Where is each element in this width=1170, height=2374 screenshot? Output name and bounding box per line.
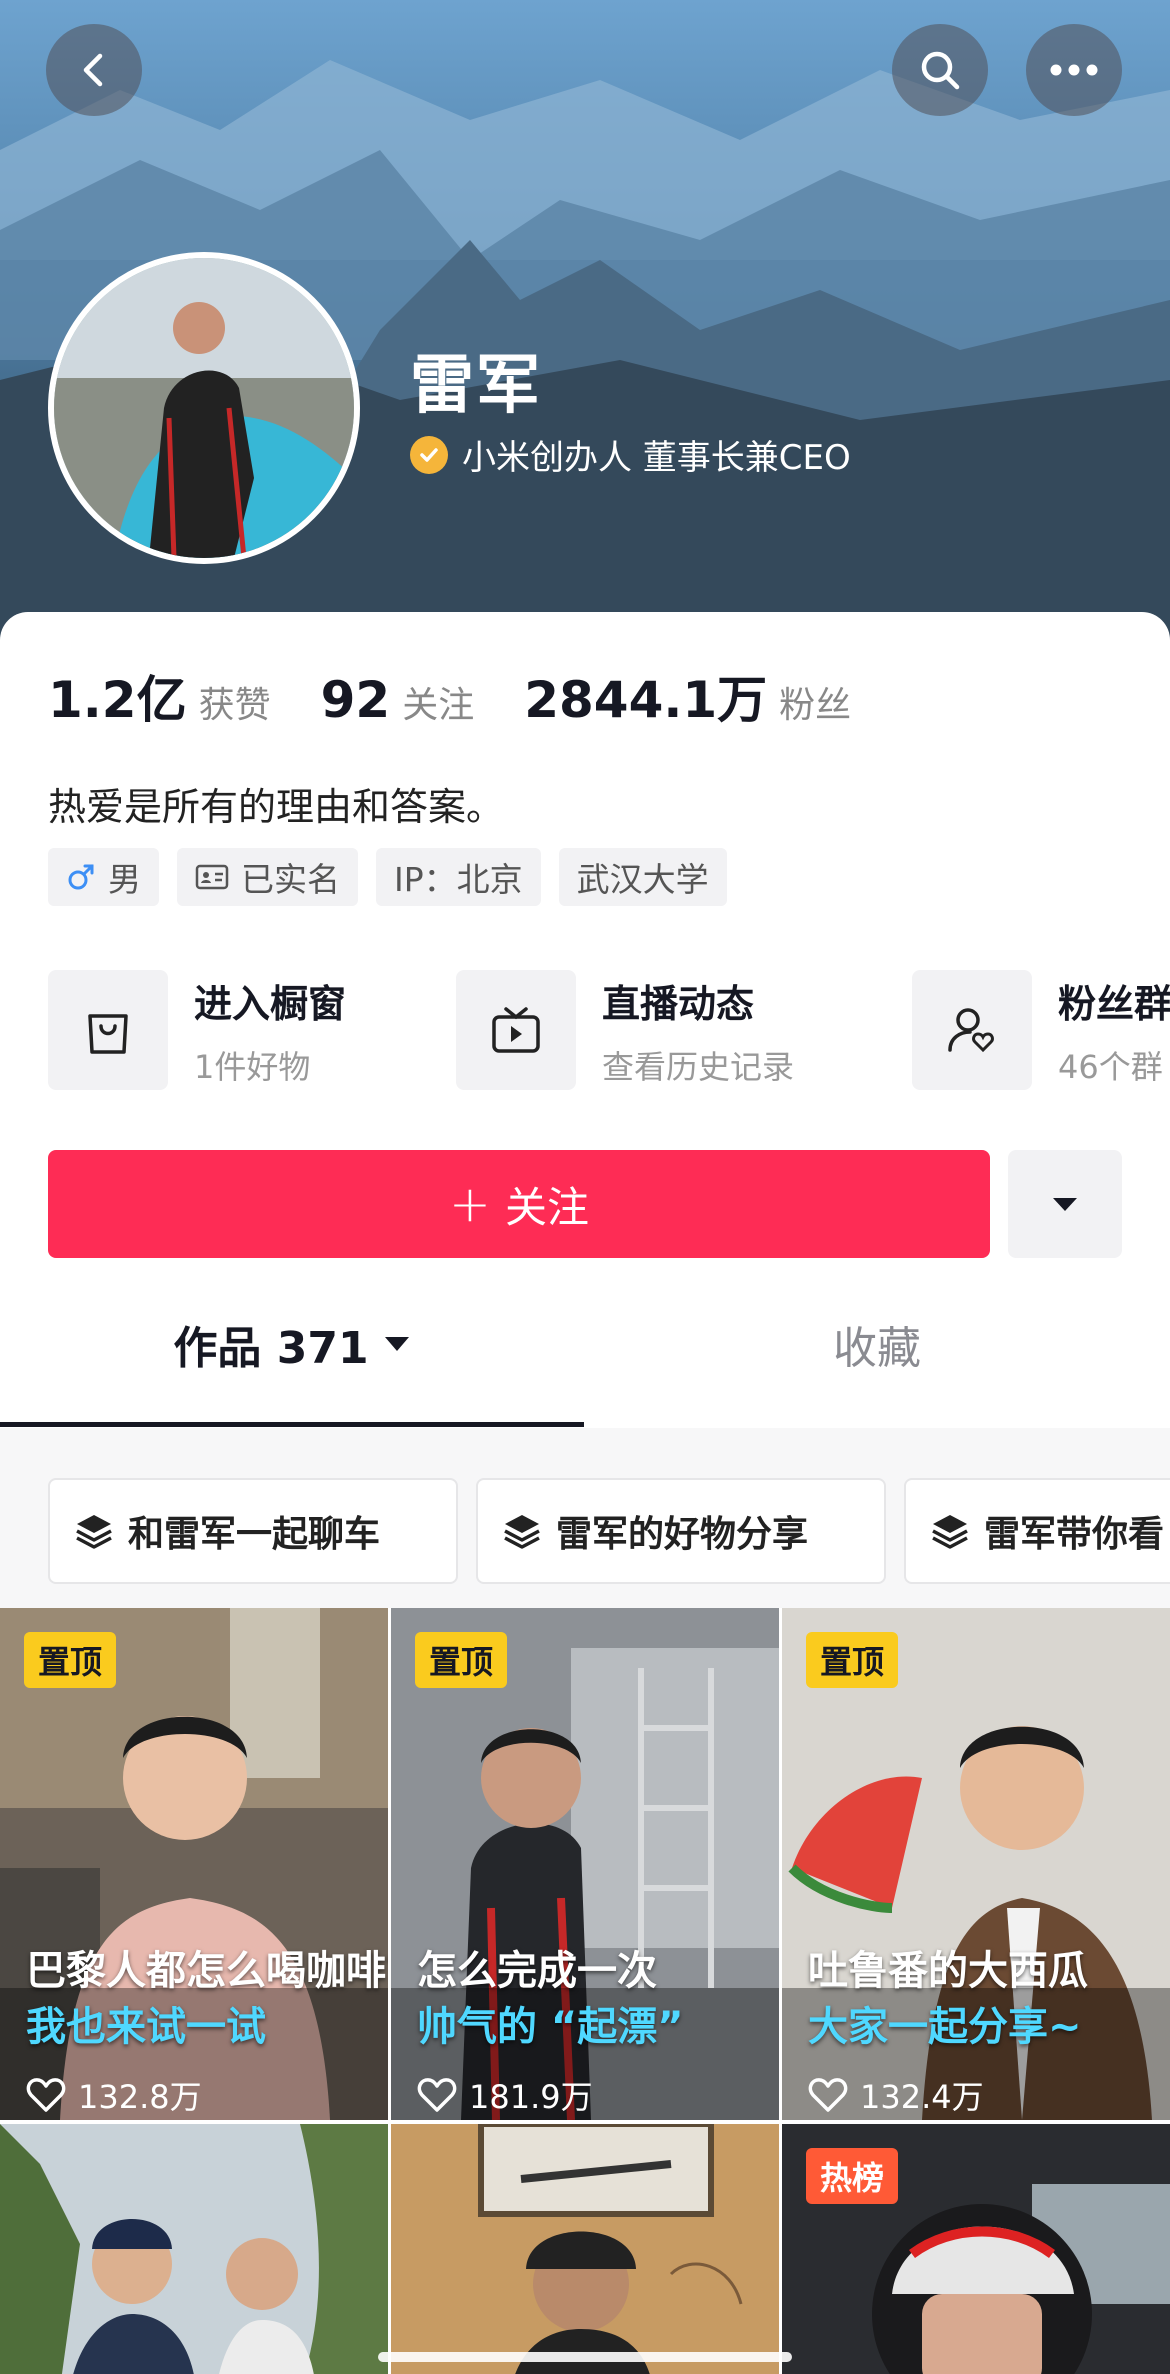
- collection-chip[interactable]: 雷军带你看: [904, 1478, 1170, 1584]
- video-tile[interactable]: 置顶 怎么完成一次 帅气的 “起漂” 181.9万: [391, 1608, 779, 2120]
- heart-icon: [808, 2078, 848, 2112]
- video-tile[interactable]: 热榜: [782, 2124, 1170, 2374]
- profile-tags: 男 已实名 IP：北京 武汉大学: [48, 848, 727, 906]
- plus-icon: +: [449, 1175, 491, 1233]
- tag-gender: 男: [48, 848, 159, 906]
- feature-fan-group[interactable]: 粉丝群 46个群: [912, 970, 1170, 1090]
- tag-ip-location: IP：北京: [376, 848, 541, 906]
- back-button[interactable]: [46, 24, 142, 116]
- id-card-icon: [195, 864, 229, 890]
- search-button[interactable]: [892, 24, 988, 116]
- heart-icon: [26, 2078, 66, 2112]
- follow-label: 关注: [504, 1182, 589, 1232]
- video-tile[interactable]: 置顶 吐鲁番的大西瓜 大家一起分享~ 132.4万: [782, 1608, 1170, 2120]
- collection-chip[interactable]: 雷军的好物分享: [476, 1478, 886, 1584]
- chevron-left-icon: [83, 53, 103, 87]
- feature-row: 进入橱窗 1件好物 直播动态查看历史记录 粉丝群 46个群: [48, 970, 1170, 1094]
- content-tabs: 作品 371 收藏: [0, 1288, 1170, 1400]
- stat-likes[interactable]: 1.2亿 获赞: [48, 660, 271, 732]
- layers-icon: [932, 1515, 968, 1549]
- caret-down-icon: [1053, 1198, 1077, 1211]
- feature-live-history[interactable]: 直播动态查看历史记录: [456, 970, 794, 1090]
- feature-live-sub: 查看历史记录: [602, 1047, 795, 1086]
- layers-icon: [76, 1515, 112, 1549]
- active-tab-indicator: [0, 1422, 584, 1427]
- male-icon: [68, 864, 94, 890]
- tag-school[interactable]: 武汉大学: [558, 848, 727, 906]
- tag-verified-identity: 已实名: [177, 848, 358, 906]
- collections-bar: 和雷军一起聊车 雷军的好物分享 雷军带你看: [0, 1428, 1170, 1608]
- feature-live-title: 直播动态: [602, 981, 755, 1026]
- caret-down-icon: [384, 1337, 409, 1351]
- feature-fans-sub: 46个群: [1058, 1047, 1163, 1086]
- stats-row: 1.2亿 获赞 92 关注 2844.1万 粉丝: [48, 660, 901, 732]
- more-dots-icon: [1050, 64, 1098, 76]
- layers-icon: [504, 1515, 540, 1549]
- verified-line: 小米创办人 董事长兼CEO: [410, 430, 851, 479]
- like-count: 132.4万: [808, 2072, 984, 2118]
- video-grid: 置顶 巴黎人都怎么喝咖啡? 我也来试一试 132.8万 置顶 怎么完成一次 帅气…: [0, 1608, 1170, 2374]
- profile-page: 雷军 小米创办人 董事长兼CEO 1.2亿 获赞 92 关注 2844.1万 粉丝 热…: [0, 0, 1170, 2374]
- profile-name: 雷军: [410, 349, 542, 423]
- follow-button[interactable]: + 关注: [48, 1150, 990, 1258]
- recommend-dropdown-button[interactable]: [1008, 1150, 1122, 1258]
- feature-shop-sub: 1件好物: [194, 1047, 311, 1086]
- feature-fans-title: 粉丝群: [1058, 981, 1170, 1026]
- heart-icon: [417, 2078, 457, 2112]
- video-tile[interactable]: [391, 2124, 779, 2374]
- video-caption-line2: 我也来试一试: [26, 2004, 266, 2050]
- tab-favorites[interactable]: 收藏: [584, 1288, 1170, 1400]
- pinned-badge: 置顶: [806, 1632, 899, 1688]
- pinned-badge: 置顶: [415, 1632, 508, 1688]
- video-caption-line1: 怎么完成一次: [417, 1948, 657, 1994]
- like-count: 181.9万: [417, 2072, 593, 2118]
- verified-text: 小米创办人 董事长兼CEO: [462, 438, 851, 478]
- video-tile[interactable]: 置顶 巴黎人都怎么喝咖啡? 我也来试一试 132.8万: [0, 1608, 388, 2120]
- tv-play-icon: [456, 970, 576, 1090]
- stat-followers[interactable]: 2844.1万 粉丝: [524, 660, 851, 732]
- profile-banner: 雷军 小米创办人 董事长兼CEO: [0, 0, 1170, 640]
- collection-chip[interactable]: 和雷军一起聊车: [48, 1478, 458, 1584]
- trending-badge: 热榜: [806, 2148, 899, 2204]
- video-caption-line1: 巴黎人都怎么喝咖啡?: [26, 1948, 388, 1994]
- video-caption-line1: 吐鲁番的大西瓜: [808, 1948, 1088, 1994]
- video-thumbnail: [0, 2124, 388, 2374]
- video-caption-line2: 帅气的 “起漂”: [417, 2004, 684, 2050]
- feature-shop-title: 进入橱窗: [194, 981, 347, 1026]
- fan-group-icon: [912, 970, 1032, 1090]
- verified-badge-icon: [410, 435, 448, 474]
- tab-works[interactable]: 作品 371: [0, 1288, 584, 1400]
- video-caption-line2: 大家一起分享~: [808, 2004, 1082, 2050]
- bio-text: 热爱是所有的理由和答案。: [48, 785, 505, 829]
- pinned-badge: 置顶: [24, 1632, 117, 1688]
- profile-sheet: 1.2亿 获赞 92 关注 2844.1万 粉丝 热爱是所有的理由和答案。 男 已实名…: [0, 612, 1170, 2374]
- search-icon: [921, 51, 960, 90]
- stat-following[interactable]: 92 关注: [321, 671, 475, 729]
- more-options-button[interactable]: [1026, 24, 1122, 116]
- home-indicator: [378, 2352, 792, 2362]
- feature-shop-window[interactable]: 进入橱窗 1件好物: [48, 970, 346, 1090]
- video-tile[interactable]: [0, 2124, 388, 2374]
- like-count: 132.8万: [26, 2072, 202, 2118]
- avatar[interactable]: [48, 252, 360, 564]
- shopping-bag-icon: [48, 970, 168, 1090]
- video-thumbnail: [391, 2124, 779, 2374]
